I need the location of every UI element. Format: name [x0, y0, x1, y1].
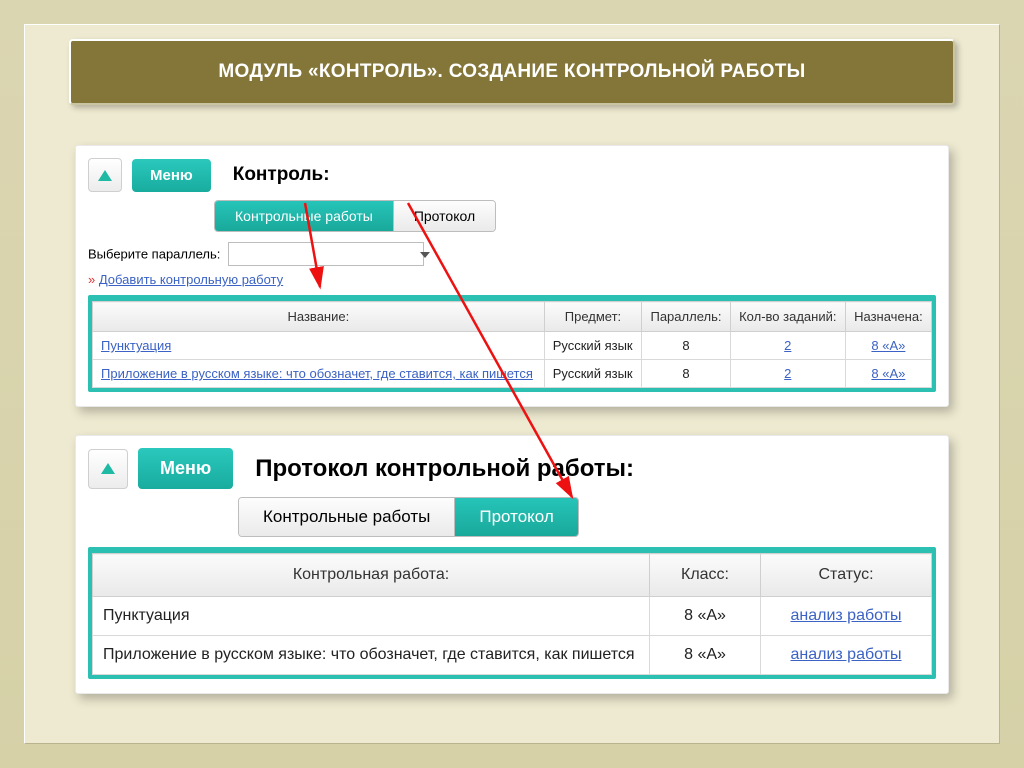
tab-tests[interactable]: Контрольные работы: [215, 201, 393, 231]
panel2-header: Меню Протокол контрольной работы:: [88, 448, 936, 489]
back-button[interactable]: [88, 158, 122, 192]
table-row: Пунктуация 8 «А» анализ работы: [93, 597, 932, 636]
th-subject: Предмет:: [544, 302, 642, 332]
back-button[interactable]: [88, 449, 128, 489]
assigned-link[interactable]: 8 «А»: [871, 366, 905, 381]
cell-subject: Русский язык: [544, 332, 642, 360]
th-parallel: Параллель:: [642, 302, 731, 332]
add-test-link[interactable]: Добавить контрольную работу: [99, 272, 283, 287]
tab-protocol[interactable]: Протокол: [393, 201, 495, 231]
menu-button[interactable]: Меню: [138, 448, 233, 489]
chevron-icon: »: [88, 272, 95, 287]
tests-table: Название: Предмет: Параллель: Кол-во зад…: [92, 301, 932, 388]
slide-title: МОДУЛЬ «КОНТРОЛЬ». СОЗДАНИЕ КОНТРОЛЬНОЙ …: [69, 39, 955, 105]
panel-protocol: Меню Протокол контрольной работы: Контро…: [75, 435, 949, 694]
test-name-link[interactable]: Приложение в русском языке: что обозначе…: [101, 366, 533, 381]
arrow-up-icon: [101, 463, 115, 474]
cell-class: 8 «А»: [650, 636, 761, 675]
table-row: Пунктуация Русский язык 8 2 8 «А»: [93, 332, 932, 360]
panel1-heading: Контроль:: [233, 164, 330, 186]
table-row: Приложение в русском языке: что обозначе…: [93, 360, 932, 388]
cell-subject: Русский язык: [544, 360, 642, 388]
tab-tests[interactable]: Контрольные работы: [239, 498, 454, 536]
th-status: Статус:: [761, 554, 932, 597]
panel1-header: Меню Контроль:: [88, 158, 936, 192]
panel2-tabs: Контрольные работы Протокол: [238, 497, 579, 537]
th-tasks: Кол-во заданий:: [730, 302, 845, 332]
protocol-table: Контрольная работа: Класс: Статус: Пункт…: [92, 553, 932, 675]
panel2-heading: Протокол контрольной работы:: [255, 455, 634, 483]
tasks-link[interactable]: 2: [784, 366, 791, 381]
parallel-select-row: Выберите параллель:: [88, 242, 936, 266]
th-assigned: Назначена:: [845, 302, 931, 332]
assigned-link[interactable]: 8 «А»: [871, 338, 905, 353]
table-row: Приложение в русском языке: что обозначе…: [93, 636, 932, 675]
th-class: Класс:: [650, 554, 761, 597]
status-link[interactable]: анализ работы: [790, 646, 901, 663]
parallel-label: Выберите параллель:: [88, 247, 220, 262]
status-link[interactable]: анализ работы: [790, 607, 901, 624]
caret-down-icon: [420, 252, 430, 258]
add-test-row: » Добавить контрольную работу: [88, 272, 936, 287]
test-name-link[interactable]: Пунктуация: [101, 338, 171, 353]
tasks-link[interactable]: 2: [784, 338, 791, 353]
th-name: Название:: [93, 302, 545, 332]
cell-name: Приложение в русском языке: что обозначе…: [93, 636, 650, 675]
slide-frame: МОДУЛЬ «КОНТРОЛЬ». СОЗДАНИЕ КОНТРОЛЬНОЙ …: [24, 24, 1000, 744]
cell-name: Пунктуация: [93, 597, 650, 636]
panel1-tabs: Контрольные работы Протокол: [214, 200, 496, 232]
cell-parallel: 8: [642, 332, 731, 360]
arrow-up-icon: [98, 170, 112, 181]
panel1-table-wrap: Название: Предмет: Параллель: Кол-во зад…: [88, 295, 936, 392]
th-name: Контрольная работа:: [93, 554, 650, 597]
menu-button[interactable]: Меню: [132, 159, 211, 192]
panel-control: Меню Контроль: Контрольные работы Проток…: [75, 145, 949, 407]
parallel-select[interactable]: [228, 242, 424, 266]
tab-protocol[interactable]: Протокол: [454, 498, 577, 536]
cell-parallel: 8: [642, 360, 731, 388]
panel2-table-wrap: Контрольная работа: Класс: Статус: Пункт…: [88, 547, 936, 679]
cell-class: 8 «А»: [650, 597, 761, 636]
